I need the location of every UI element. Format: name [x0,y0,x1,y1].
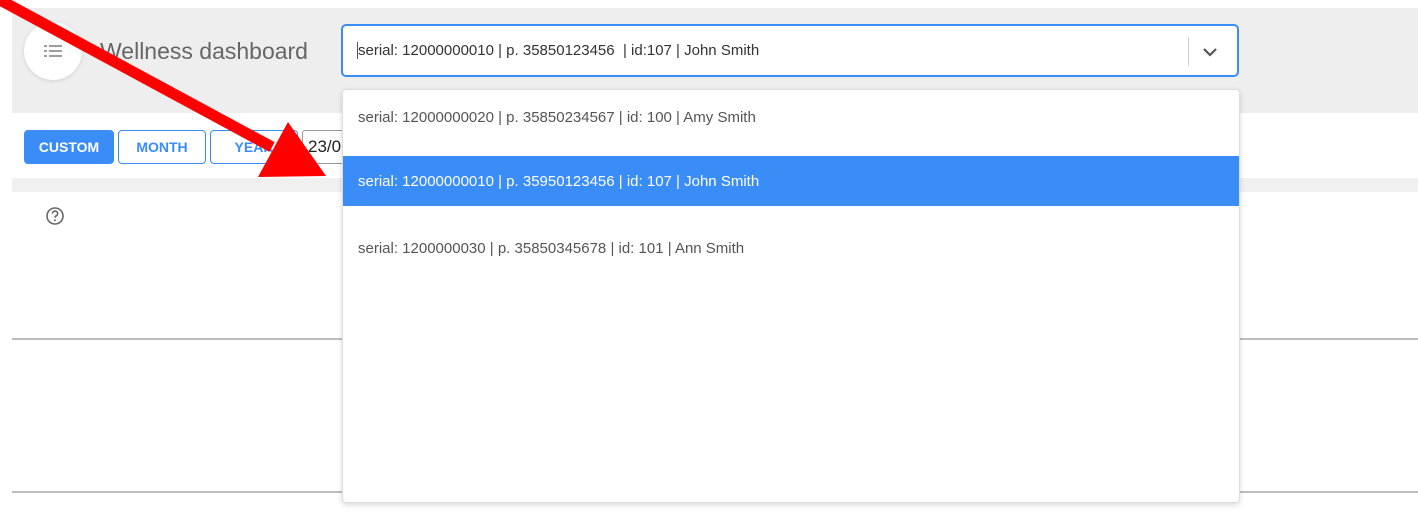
chevron-down-icon[interactable] [1201,43,1219,61]
dropdown-option[interactable]: serial: 1200000030 | p. 35850345678 | id… [343,223,1239,273]
menu-button[interactable] [24,22,82,80]
custom-button[interactable]: CUSTOM [24,130,114,164]
select-divider [1188,37,1189,66]
list-icon [44,45,62,57]
device-select-value[interactable]: serial: 12000000010 | p. 35850123456 | i… [357,42,759,59]
month-button[interactable]: MONTH [118,130,206,164]
dropdown-option[interactable]: serial: 12000000020 | p. 35850234567 | i… [343,92,1239,142]
page-title: Wellness dashboard [100,38,308,64]
year-button[interactable]: YEAR [210,130,298,164]
device-select[interactable]: serial: 12000000010 | p. 35850123456 | i… [341,24,1239,77]
help-circle-icon[interactable] [45,206,65,226]
device-dropdown-menu: serial: 12000000020 | p. 35850234567 | i… [342,89,1240,503]
dropdown-option-highlighted[interactable]: serial: 12000000010 | p. 35950123456 | i… [343,156,1239,206]
